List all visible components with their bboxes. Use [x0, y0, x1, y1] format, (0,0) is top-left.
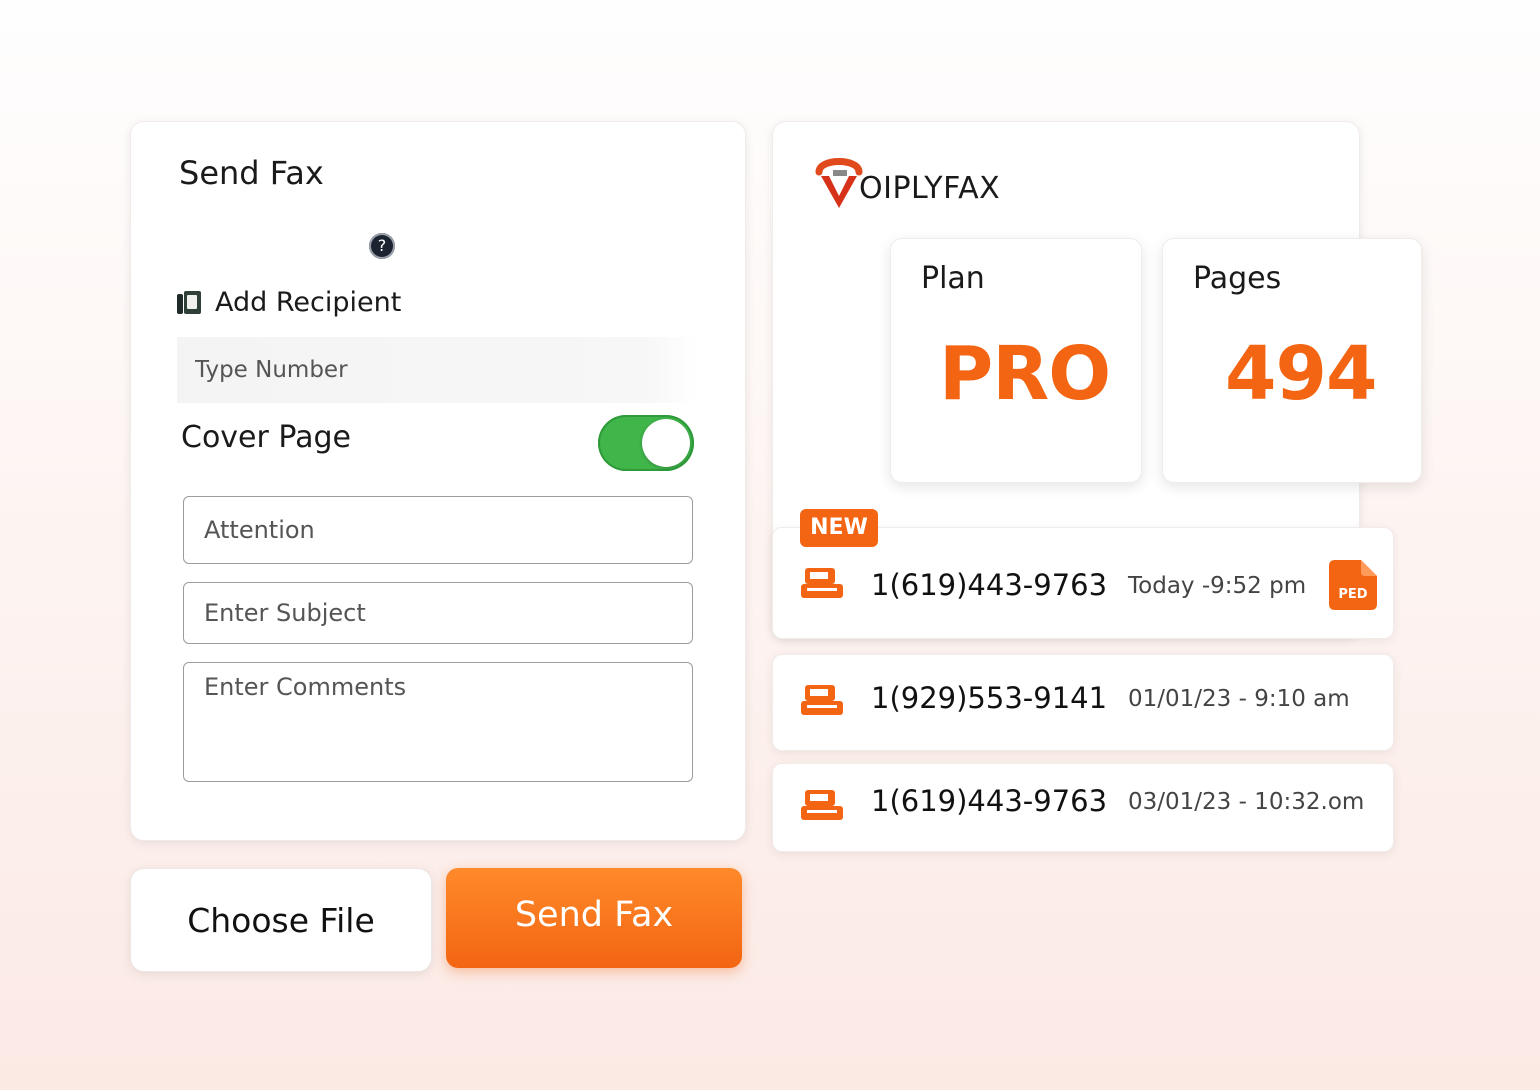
- logo-text: OIPLYFAX: [859, 171, 1001, 206]
- pages-card: Pages 494: [1162, 238, 1422, 483]
- fax-number: 1(619)443-9763: [871, 568, 1108, 602]
- pdf-file-icon[interactable]: PED: [1329, 560, 1377, 610]
- address-book-icon: [177, 290, 201, 315]
- fax-time: 01/01/23 - 9:10 am: [1128, 686, 1350, 712]
- add-recipient-label: Add Recipient: [215, 287, 402, 318]
- cover-page-toggle[interactable]: [598, 415, 694, 471]
- add-recipient-button[interactable]: Add Recipient: [177, 287, 401, 318]
- voiplyfax-logo: OIPLYFAX: [813, 152, 1000, 210]
- fax-time: 03/01/23 - 10:32.om: [1128, 789, 1365, 815]
- plan-card: Plan PRO: [890, 238, 1142, 483]
- attention-field[interactable]: [183, 496, 693, 564]
- logo-mark-icon: [815, 158, 863, 208]
- send-fax-panel: Send Fax ? Add Recipient Cover Page: [130, 121, 746, 841]
- fax-list-item[interactable]: 1(929)553-9141 01/01/23 - 9:10 am: [772, 654, 1394, 751]
- attachment-label: PED: [1338, 587, 1367, 602]
- fax-machine-icon: [801, 568, 843, 598]
- fax-list-item[interactable]: 1(619)443-9763 03/01/23 - 10:32.om: [772, 763, 1394, 852]
- toggle-knob: [642, 419, 690, 467]
- plan-value: PRO: [939, 331, 1111, 417]
- fax-time: Today -9:52 pm: [1128, 573, 1307, 599]
- fax-machine-icon: [801, 790, 843, 820]
- fax-number: 1(619)443-9763: [871, 784, 1108, 818]
- new-badge: NEW: [800, 509, 878, 547]
- comments-field[interactable]: [183, 662, 693, 782]
- fax-number: 1(929)553-9141: [871, 681, 1108, 715]
- fax-machine-icon: [801, 685, 843, 715]
- send-fax-button[interactable]: Send Fax: [446, 868, 742, 968]
- fax-number-input[interactable]: [177, 337, 697, 403]
- subject-field[interactable]: [183, 582, 693, 644]
- cover-page-label: Cover Page: [181, 420, 352, 455]
- pages-value: 494: [1225, 331, 1377, 417]
- choose-file-button[interactable]: Choose File: [130, 868, 432, 972]
- pages-label: Pages: [1193, 261, 1282, 296]
- help-icon[interactable]: ?: [369, 233, 395, 259]
- plan-label: Plan: [921, 261, 985, 296]
- panel-title: Send Fax: [179, 154, 324, 192]
